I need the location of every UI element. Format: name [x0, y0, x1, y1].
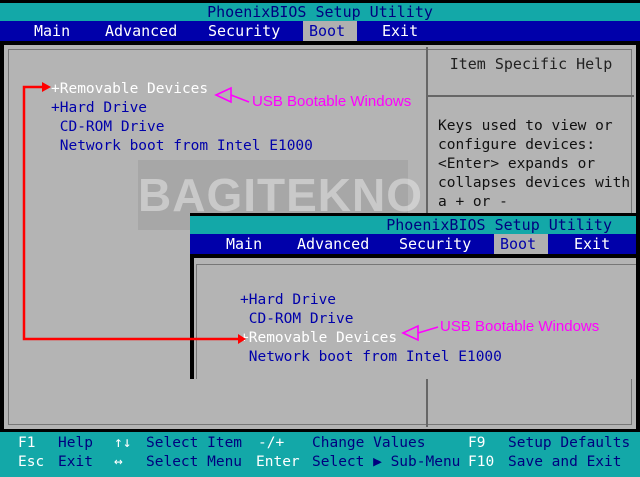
bios-screen: PhoenixBIOS Setup Utility Main Advanced … [0, 0, 640, 477]
menu-exit[interactable]: Exit [376, 21, 424, 41]
key-f9: F9 [468, 435, 486, 451]
status-row-2: Esc Exit ↔ Select Menu Enter Select ▶ Su… [0, 454, 640, 474]
boot-item-cdrom-drive[interactable]: CD-ROM Drive [51, 119, 165, 135]
boot-item-hard-drive[interactable]: +Hard Drive [51, 100, 147, 116]
key-enter: Enter [256, 454, 300, 470]
key-f1-desc: Help [58, 435, 93, 451]
menu-security[interactable]: Security [202, 21, 286, 41]
annotation-label: USB Bootable Windows [252, 93, 412, 110]
help-text: Keys used to view or configure devices: … [438, 118, 631, 210]
key-f10: F10 [468, 454, 495, 470]
help-title-divider [428, 95, 634, 97]
key-esc: Esc [18, 454, 45, 470]
key-left-right: ↔ [114, 454, 123, 470]
status-bar: F1 Help ↑↓ Select Item -/+ Change Values… [0, 432, 640, 477]
key-up-down: ↑↓ [114, 435, 132, 451]
inset-boot-item-hard-drive[interactable]: +Hard Drive [240, 292, 336, 308]
menu-advanced[interactable]: Advanced [99, 21, 183, 41]
inset-menu-advanced[interactable]: Advanced [291, 234, 375, 254]
inset-menu-exit[interactable]: Exit [568, 234, 616, 254]
key-f9-desc: Setup Defaults [508, 435, 631, 451]
boot-item-network-boot[interactable]: Network boot from Intel E1000 [51, 138, 313, 154]
inset-window-title: PhoenixBIOS Setup Utility [190, 216, 636, 234]
key-minus-plus-desc: Change Values [312, 435, 426, 451]
key-esc-desc: Exit [58, 454, 93, 470]
inset-boot-item-network-boot[interactable]: Network boot from Intel E1000 [240, 349, 502, 365]
inset-menu-boot[interactable]: Boot [494, 234, 548, 254]
status-row-1: F1 Help ↑↓ Select Item -/+ Change Values… [0, 435, 640, 455]
key-f1: F1 [18, 435, 36, 451]
inset-menu-bar: Main Advanced Security Boot Exit [190, 234, 636, 254]
key-left-right-desc: Select Menu [146, 454, 243, 470]
help-title: Item Specific Help [449, 55, 613, 73]
boot-item-removable-devices[interactable]: +Removable Devices [51, 81, 208, 97]
key-up-down-desc: Select Item [146, 435, 243, 451]
inset-screenshot: PhoenixBIOS Setup Utility Main Advanced … [190, 213, 636, 379]
key-minus-plus: -/+ [258, 435, 285, 451]
window-title: PhoenixBIOS Setup Utility [0, 3, 640, 21]
menu-boot[interactable]: Boot [303, 21, 357, 41]
key-f10-desc: Save and Exit [508, 454, 622, 470]
inset-boot-item-cdrom-drive[interactable]: CD-ROM Drive [240, 311, 354, 327]
inset-menu-security[interactable]: Security [393, 234, 477, 254]
menu-bar: Main Advanced Security Boot Exit [0, 21, 640, 41]
menu-main[interactable]: Main [28, 21, 76, 41]
inset-menu-main[interactable]: Main [220, 234, 268, 254]
inset-boot-item-removable-devices[interactable]: +Removable Devices [240, 330, 397, 346]
key-enter-desc: Select ▶ Sub-Menu [312, 454, 461, 470]
inset-annotation-label: USB Bootable Windows [440, 318, 600, 335]
